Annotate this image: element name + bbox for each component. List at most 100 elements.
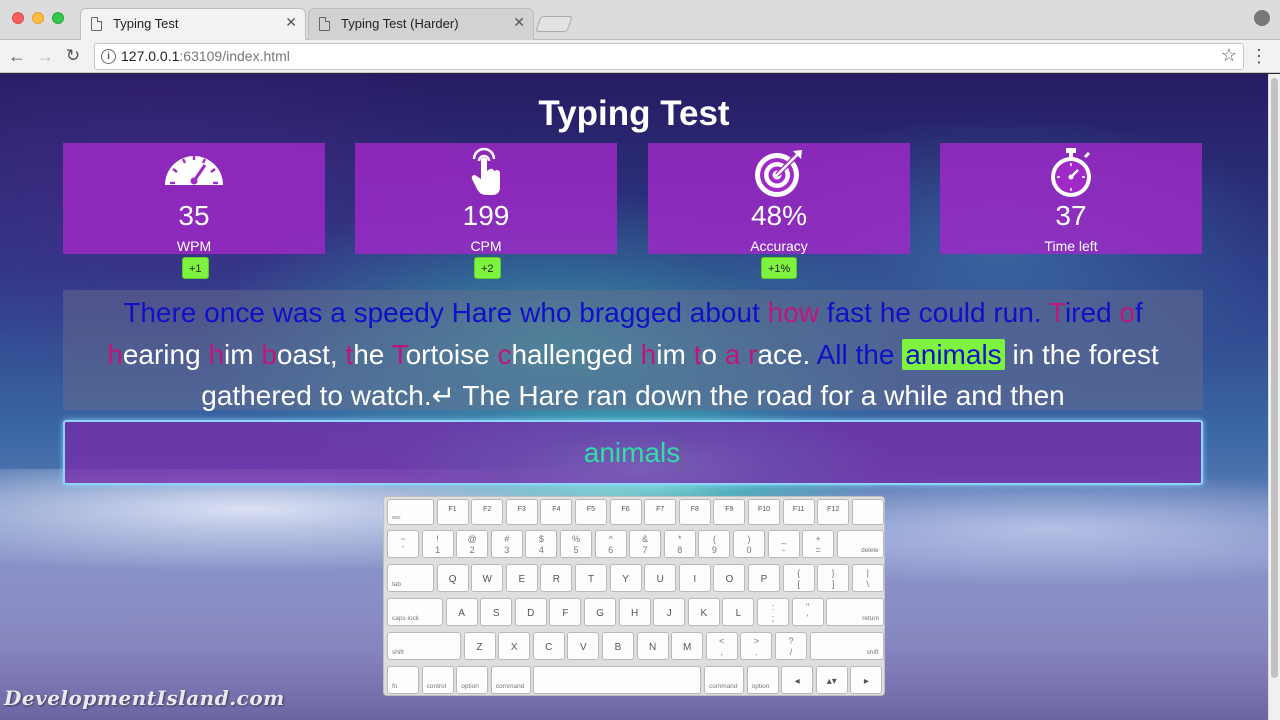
key-label: U xyxy=(656,574,664,585)
pointer-hand-icon xyxy=(355,147,617,199)
close-tab-icon[interactable]: ✕ xyxy=(513,14,525,31)
forward-arrow-icon[interactable]: → xyxy=(33,44,57,68)
scrollbar-thumb[interactable] xyxy=(1271,78,1278,678)
passage-text: There once was a speedy Hare who bragged… xyxy=(63,290,1203,411)
typing-input-value: animals xyxy=(583,437,681,468)
key-label: 4 xyxy=(538,545,544,555)
keyboard-key: + = xyxy=(802,530,835,558)
keyboard-key: J xyxy=(653,598,686,626)
key-label: 5 xyxy=(573,545,579,555)
keyboard-key: F10 xyxy=(748,499,780,525)
tab-label: Typing Test xyxy=(113,16,179,31)
keyboard-key: ▴▾ xyxy=(815,666,848,694)
browser-toolbar: ← → ↻ i 127.0.0.1:63109/index.html ☆ ⋮ xyxy=(0,40,1280,73)
page-icon xyxy=(319,17,330,31)
browser-menu-icon[interactable]: ⋮ xyxy=(1250,44,1268,68)
page-scrollbar[interactable] xyxy=(1268,74,1280,720)
key-shift-label: $ xyxy=(538,534,544,544)
bookmark-star-icon[interactable]: ☆ xyxy=(1221,45,1237,66)
keyboard-key xyxy=(533,666,702,694)
key-shift-label: & xyxy=(642,534,649,544)
keyboard-key: (9 xyxy=(698,530,731,558)
stopwatch-icon xyxy=(940,147,1202,199)
key-label: = xyxy=(815,545,821,555)
key-label: Q xyxy=(448,574,457,585)
keyboard-key: L xyxy=(722,598,755,626)
keyboard-key: $4 xyxy=(525,530,558,558)
keyboard-key: <, xyxy=(705,632,738,660)
info-icon[interactable]: i xyxy=(101,49,116,64)
passage-segment xyxy=(740,339,748,370)
keyboard-key: fn xyxy=(387,666,419,694)
keyboard-key: option xyxy=(456,666,489,694)
reload-icon[interactable]: ↻ xyxy=(61,44,85,68)
close-tab-icon[interactable]: ✕ xyxy=(285,14,297,31)
key-shift-label: + xyxy=(815,534,821,544)
keyboard-key: ◂ xyxy=(781,666,814,694)
minimize-window-button[interactable] xyxy=(32,12,44,24)
key-label: K xyxy=(700,608,708,619)
key-label: shift xyxy=(392,649,404,656)
key-label: R xyxy=(552,574,560,585)
key-shift-label: ? xyxy=(788,636,794,646)
keyboard-key: @2 xyxy=(456,530,489,558)
key-label: H xyxy=(630,608,639,619)
keyboard-key: E xyxy=(505,564,538,592)
keyboard-key: F5 xyxy=(575,499,607,525)
key-label: ; xyxy=(771,613,775,623)
passage-segment: f xyxy=(1135,297,1143,328)
key-shift-label: * xyxy=(678,534,682,544)
tab-typing-test-harder[interactable]: Typing Test (Harder) ✕ xyxy=(308,8,534,40)
passage-segment: All the xyxy=(816,338,903,370)
keyboard-key: H xyxy=(618,598,651,626)
keyboard-key: F8 xyxy=(678,499,711,525)
keyboard-key: {[ xyxy=(782,564,815,592)
tab-typing-test[interactable]: Typing Test ✕ xyxy=(80,8,306,40)
key-label: command xyxy=(709,683,738,690)
key-label: F6 xyxy=(621,506,630,513)
key-label: ◂ xyxy=(794,676,800,687)
keyboard-key: F9 xyxy=(713,499,746,525)
passage-segment: o xyxy=(1119,297,1135,328)
key-label: F11 xyxy=(792,506,805,513)
key-label: 9 xyxy=(711,545,717,555)
keyboard-key: C xyxy=(532,632,565,660)
key-shift-label: % xyxy=(571,534,580,544)
keyboard-key: D xyxy=(514,598,547,626)
new-tab-button[interactable] xyxy=(535,16,573,32)
passage-segment: im xyxy=(224,338,262,370)
text-caret xyxy=(681,439,683,470)
back-arrow-icon[interactable]: ← xyxy=(5,44,29,68)
speedometer-icon xyxy=(63,147,325,199)
key-shift-label: " xyxy=(805,602,810,612)
key-label: 1 xyxy=(435,545,441,555)
key-shift-label: { xyxy=(797,568,801,578)
key-label: [ xyxy=(797,579,800,589)
keyboard-key: Y xyxy=(609,564,642,592)
wpm-label: WPM xyxy=(176,238,212,254)
keyboard-key: V xyxy=(567,632,600,660)
passage-segment: a xyxy=(724,338,741,370)
keyboard-key: ~ ` xyxy=(387,530,419,558)
keyboard-key: | \ xyxy=(851,564,884,592)
wpm-value: 35 xyxy=(178,200,210,231)
key-label: T xyxy=(587,574,595,585)
passage-segment: oast, xyxy=(276,338,346,370)
key-shift-label: ! xyxy=(436,534,439,544)
typing-input[interactable]: animals xyxy=(63,420,1203,485)
key-label: F5 xyxy=(586,506,596,513)
key-shift-label: ) xyxy=(747,534,751,544)
key-label: Y xyxy=(622,574,629,585)
accuracy-label: Accuracy xyxy=(750,238,808,254)
keyboard-key: caps lock xyxy=(387,598,443,626)
profile-icon[interactable] xyxy=(1254,10,1270,26)
key-label: V xyxy=(580,642,587,653)
close-window-button[interactable] xyxy=(12,12,24,24)
key-label: L xyxy=(735,608,742,619)
maximize-window-button[interactable] xyxy=(52,12,64,24)
key-label: B xyxy=(614,642,622,653)
key-label: 2 xyxy=(469,545,475,555)
passage-segment: fast he could run. xyxy=(819,297,1049,328)
address-bar[interactable]: i 127.0.0.1:63109/index.html ☆ xyxy=(94,43,1244,70)
keyboard-key: tab xyxy=(387,564,434,592)
